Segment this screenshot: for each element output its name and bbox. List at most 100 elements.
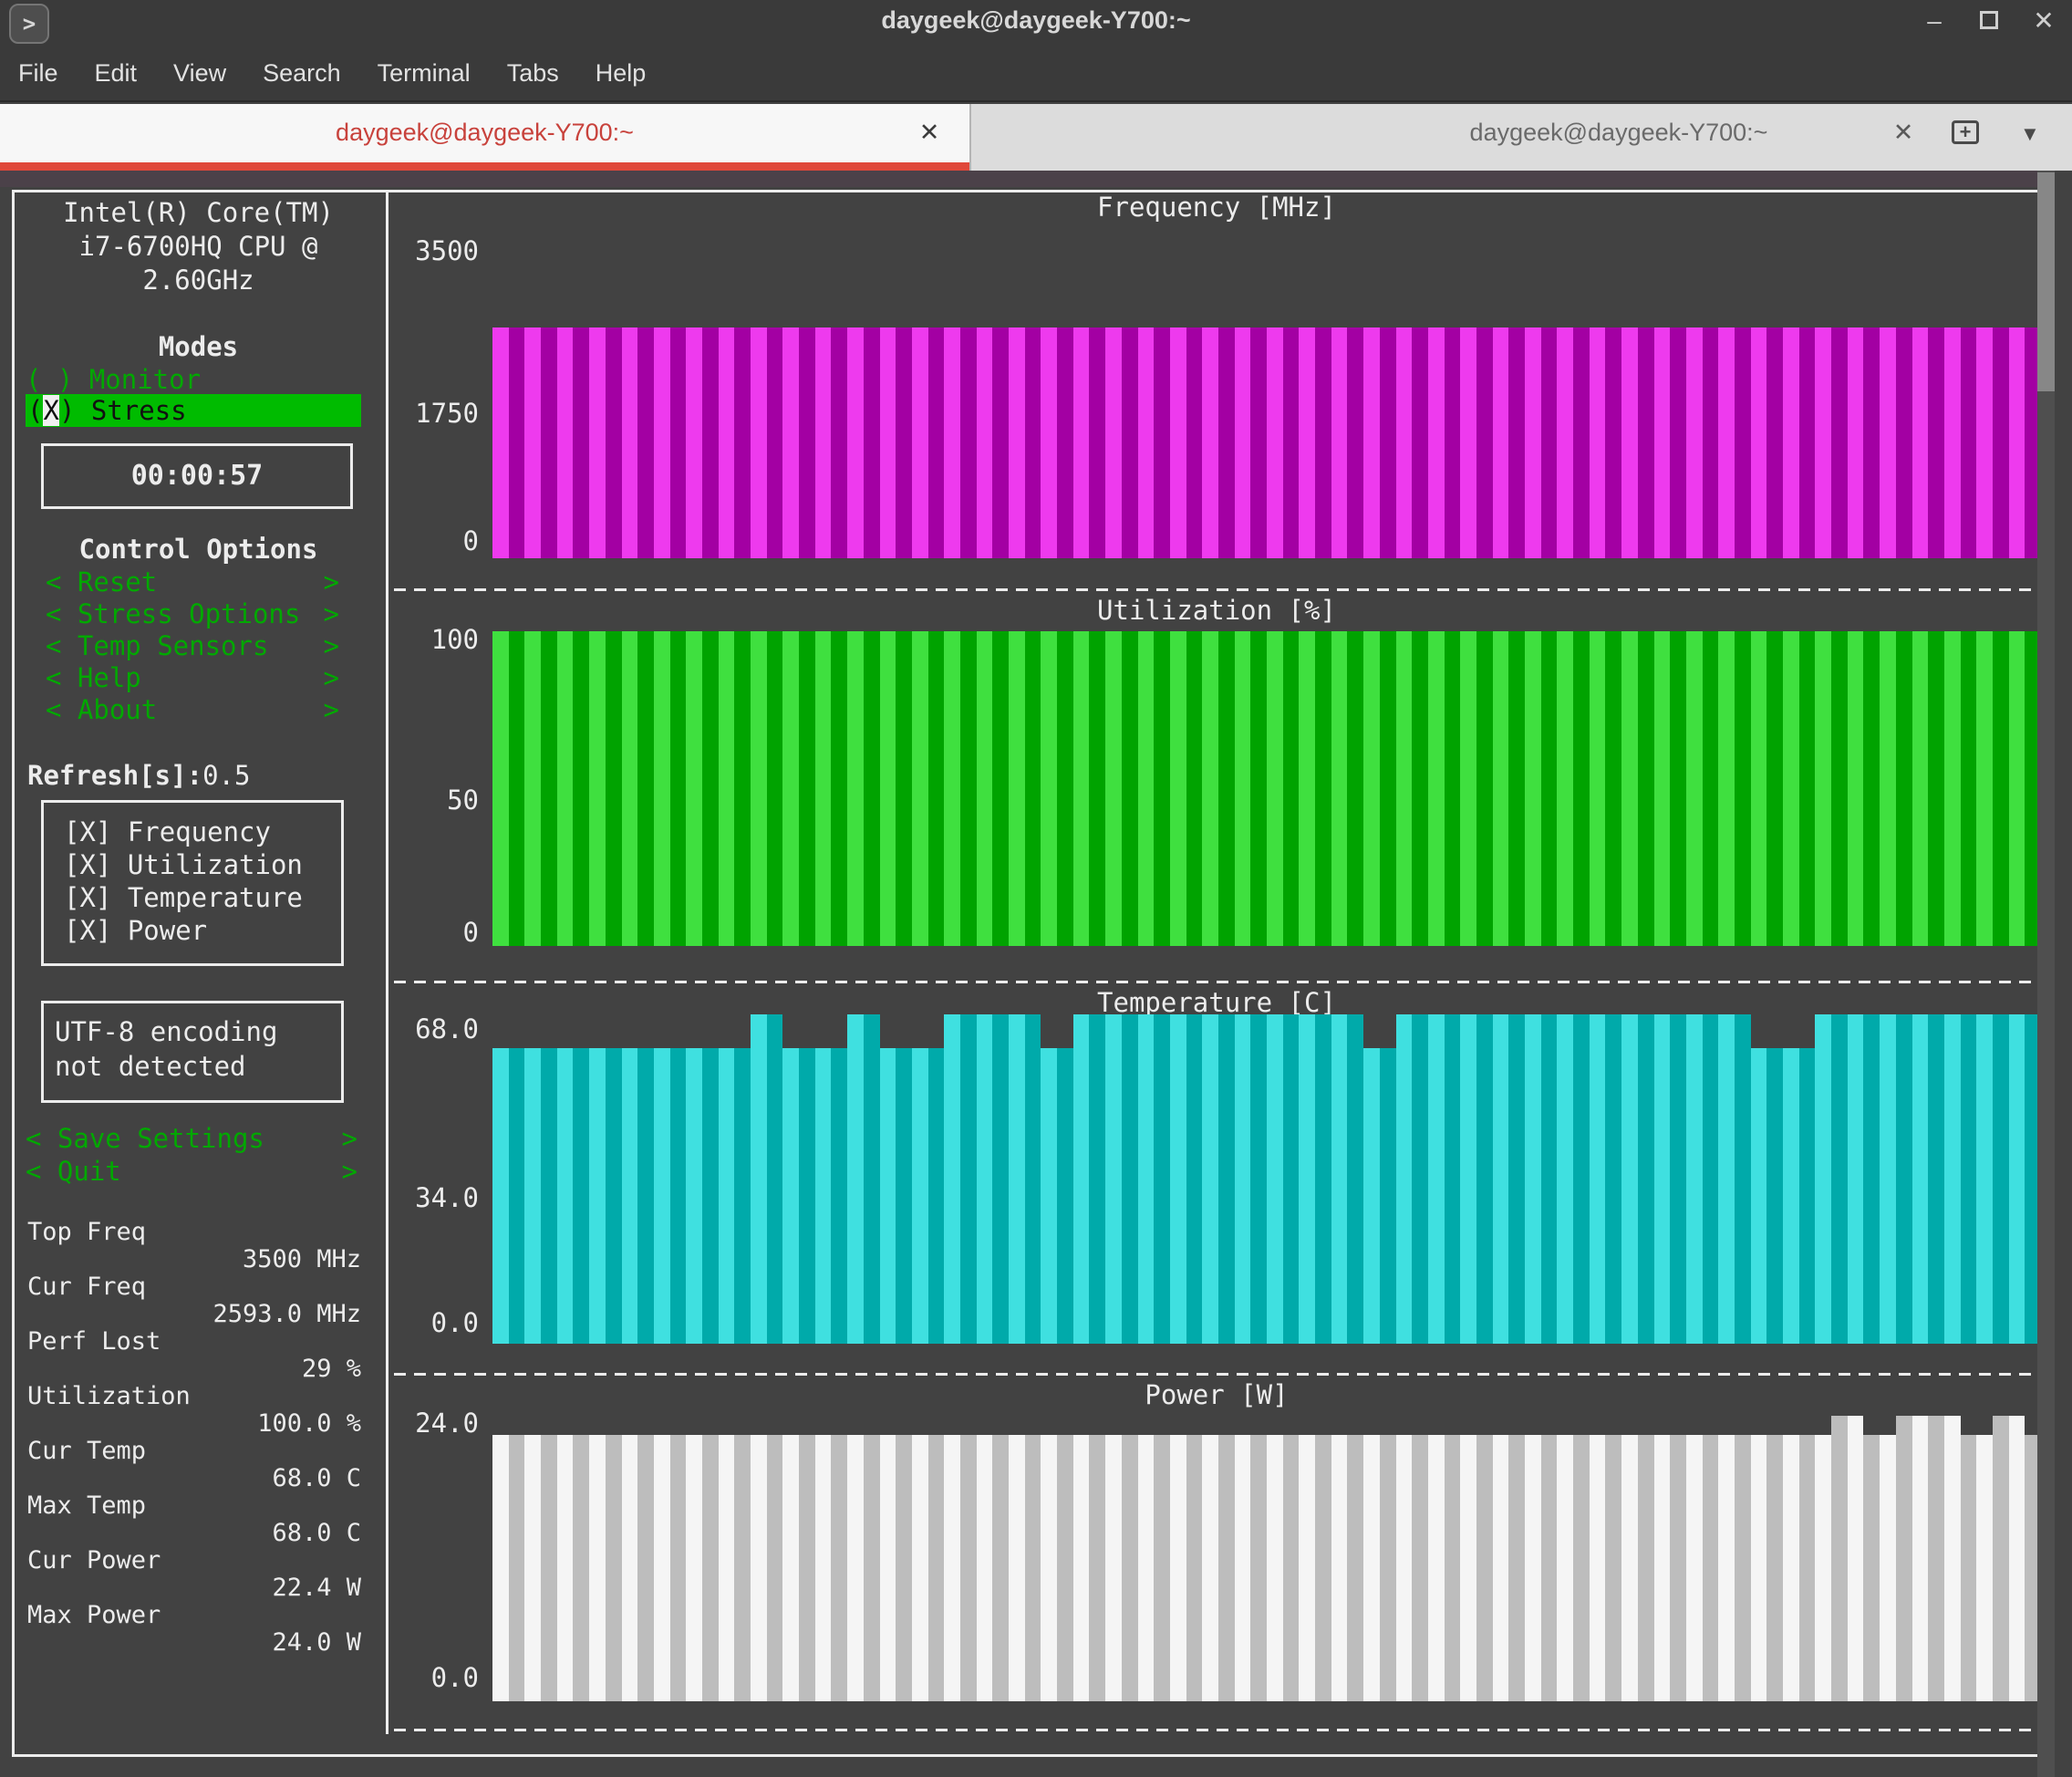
bar — [701, 327, 719, 558]
bar — [653, 1048, 670, 1344]
bar — [1960, 327, 1977, 558]
menu-item-tabs[interactable]: Tabs — [502, 56, 565, 91]
summary-checkbox-frequency[interactable]: [X] Frequency — [44, 816, 341, 848]
summary-checkbox-temperature[interactable]: [X] Temperature — [44, 881, 341, 914]
bar — [1234, 631, 1251, 946]
bar — [799, 1048, 815, 1344]
bar — [814, 631, 832, 946]
refresh-label: Refresh[s]: — [27, 760, 203, 791]
bar — [1154, 1014, 1170, 1344]
menu-item-help[interactable]: Help — [590, 56, 652, 91]
bar — [1460, 1014, 1476, 1344]
left-arrow: < Temp Sensors — [46, 630, 269, 661]
menu-item-edit[interactable]: Edit — [89, 56, 143, 91]
stat-label: Max Power — [27, 1601, 161, 1629]
bar — [1476, 1014, 1493, 1344]
bar — [1589, 1014, 1606, 1344]
bar — [1960, 631, 1977, 946]
new-tab-icon[interactable]: + — [1952, 120, 1979, 144]
control-option-about[interactable]: < About > — [46, 694, 339, 725]
menu-item-view[interactable]: View — [168, 56, 232, 91]
bar — [992, 1014, 1009, 1344]
summary-checkbox-utilization[interactable]: [X] Utilization — [44, 848, 341, 881]
bar — [1766, 631, 1783, 946]
bar — [1299, 1434, 1316, 1701]
refresh-setting[interactable]: Refresh[s]:0.5 — [27, 760, 250, 791]
bar — [1217, 631, 1235, 946]
stat-label: Perf Lost — [27, 1327, 161, 1356]
action-quit[interactable]: < Quit > — [26, 1156, 357, 1187]
bar — [1557, 631, 1574, 946]
window-title: daygeek@daygeek-Y700:~ — [881, 6, 1191, 34]
bar — [1831, 327, 1848, 558]
bar — [1492, 1014, 1509, 1344]
tab-close-icon[interactable]: ✕ — [914, 119, 945, 147]
bar — [637, 1434, 654, 1701]
close-icon[interactable]: ✕ — [2028, 5, 2059, 36]
summary-checkbox-power[interactable]: [X] Power — [44, 914, 341, 947]
bar — [831, 631, 848, 946]
bar — [669, 1434, 687, 1701]
bar — [1250, 1014, 1267, 1344]
stress-timer-box: 00:00:57 — [41, 443, 353, 509]
chart-title-frequency: Frequency [MHz] — [1097, 192, 1336, 223]
tab-dropdown-icon[interactable]: ▼ — [2020, 122, 2040, 146]
bar — [1863, 1014, 1880, 1344]
bar — [766, 327, 783, 558]
bar — [1379, 631, 1396, 946]
bar — [1379, 327, 1396, 558]
bar — [1815, 1434, 1832, 1701]
bar — [1217, 1434, 1235, 1701]
tab-active[interactable]: daygeek@daygeek-Y700:~ ✕ — [0, 104, 971, 171]
plot-power — [492, 1416, 2041, 1701]
tab-close-icon[interactable]: ✕ — [1888, 119, 1919, 147]
control-options-header: Control Options — [78, 534, 318, 565]
bar — [1315, 1434, 1331, 1701]
bar — [1072, 1014, 1090, 1344]
bar — [1847, 327, 1864, 558]
bar — [1282, 327, 1300, 558]
bar — [1750, 1434, 1767, 1701]
bar — [911, 327, 928, 558]
y-tick-label: 100 — [430, 624, 479, 655]
bar — [1412, 1434, 1428, 1701]
bar — [637, 327, 654, 558]
y-tick-label: 3500 — [415, 235, 479, 266]
bar — [766, 1434, 783, 1701]
bar — [1589, 631, 1606, 946]
stat-value: 2593.0 MHz — [212, 1300, 361, 1328]
bar — [1573, 327, 1590, 558]
tab-inactive[interactable]: daygeek@daygeek-Y700:~ ✕ + ▼ — [973, 104, 2072, 171]
control-option-temp-sensors[interactable]: < Temp Sensors > — [46, 630, 339, 661]
menu-item-file[interactable]: File — [13, 56, 64, 91]
bar — [1863, 1434, 1880, 1701]
bar — [944, 631, 960, 946]
menu-item-terminal[interactable]: Terminal — [372, 56, 476, 91]
bar — [1863, 327, 1880, 558]
bar — [976, 1434, 993, 1701]
cpu-model-line: Intel(R) Core(TM) — [63, 197, 334, 228]
mode-option-monitor[interactable]: ( ) Monitor — [26, 364, 361, 395]
menu-item-search[interactable]: Search — [257, 56, 347, 91]
bar — [1267, 631, 1283, 946]
bar — [863, 1014, 880, 1344]
bar — [847, 327, 864, 558]
bar — [653, 631, 670, 946]
bar — [1024, 1014, 1041, 1344]
scrollbar-thumb[interactable] — [2037, 172, 2055, 391]
bar — [1282, 1014, 1300, 1344]
bar — [1895, 631, 1912, 946]
control-option-stress-options[interactable]: < Stress Options > — [46, 598, 339, 629]
action-save-settings[interactable]: < Save Settings > — [26, 1123, 357, 1154]
maximize-icon[interactable] — [1974, 6, 2005, 36]
bar — [1992, 631, 2009, 946]
terminal-scrollbar[interactable] — [2037, 171, 2055, 1777]
bar — [1476, 327, 1493, 558]
minimize-icon[interactable]: – — [1919, 6, 1950, 36]
control-option-reset[interactable]: < Reset > — [46, 566, 339, 598]
mode-option-stress[interactable]: (X) Stress — [26, 394, 361, 427]
control-option-help[interactable]: < Help > — [46, 662, 339, 693]
bar — [1605, 631, 1622, 946]
bar — [1621, 631, 1638, 946]
bar — [621, 1048, 638, 1344]
